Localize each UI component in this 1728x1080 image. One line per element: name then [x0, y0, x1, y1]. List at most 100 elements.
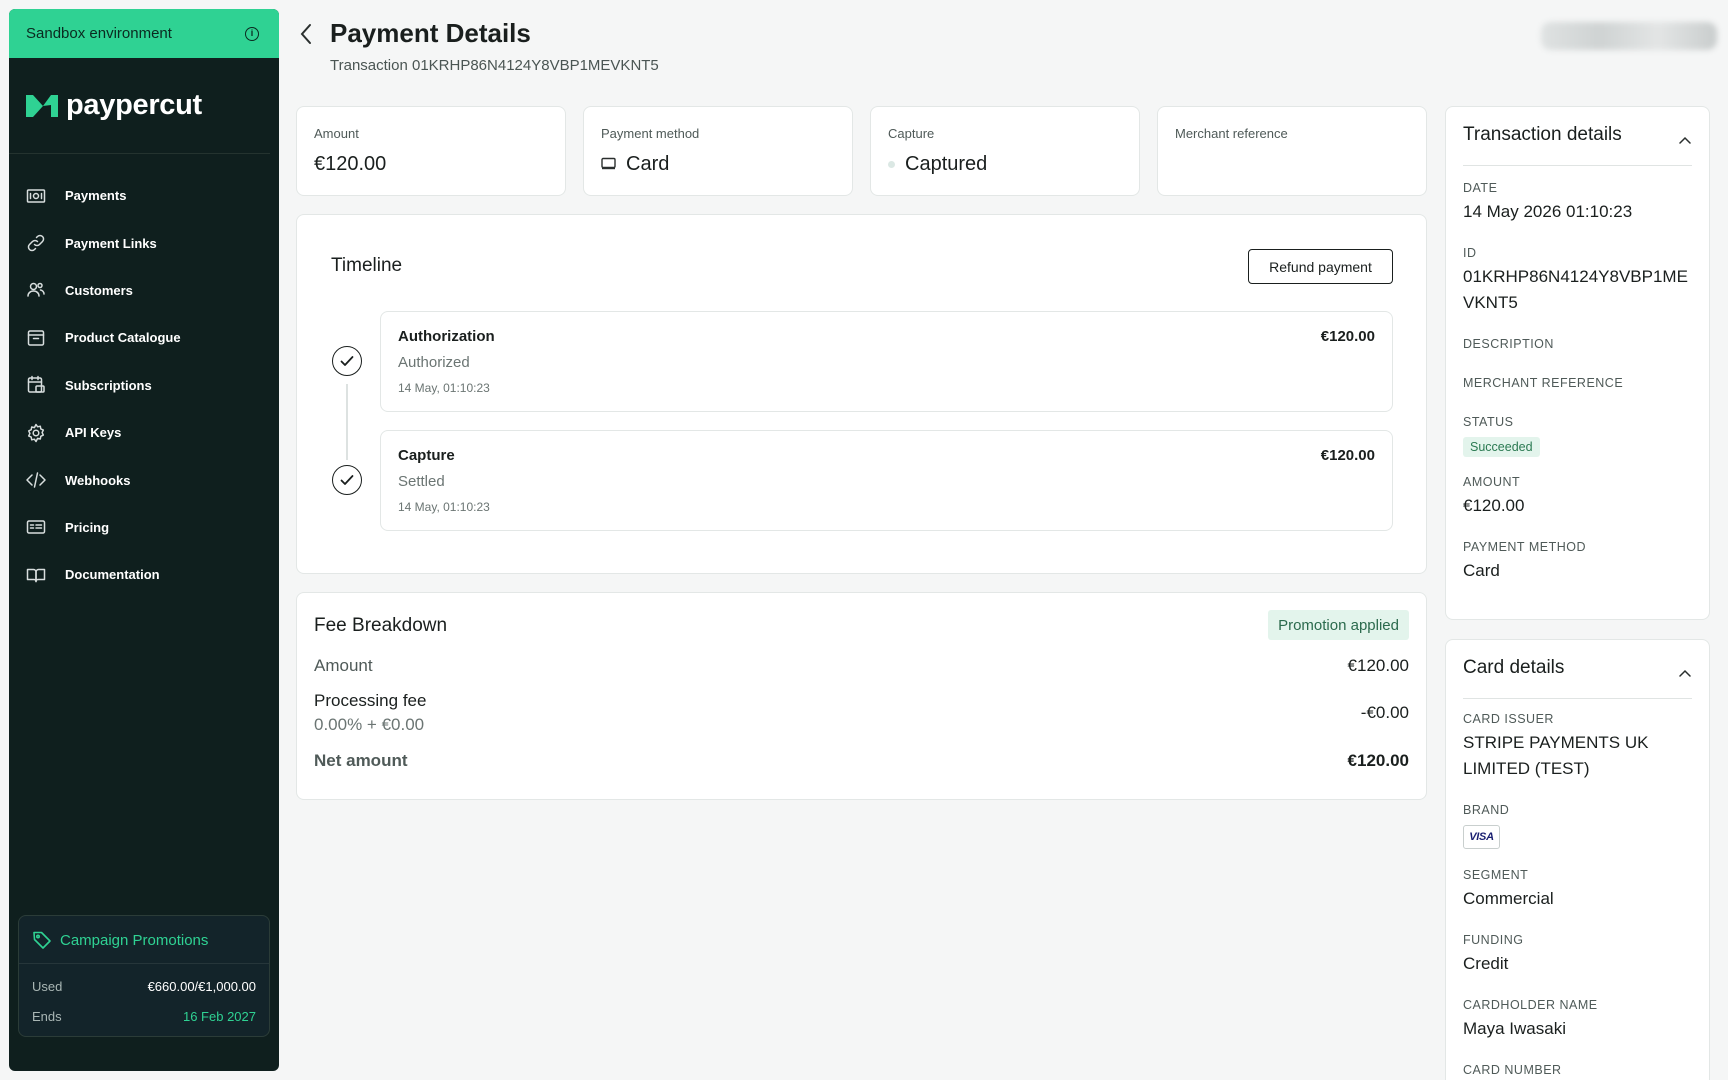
cardholder-name-value: Maya Iwasaki [1463, 1019, 1566, 1038]
merchant-reference-label: Merchant reference [1175, 126, 1288, 141]
event-amount: €120.00 [1320, 328, 1375, 345]
sidebar-nav: Payments Payment Links Customers Product… [9, 154, 279, 599]
merchant-reference-card: Merchant reference [1157, 106, 1427, 196]
status-field: STATUS Succeeded [1463, 415, 1692, 457]
archive-icon [26, 328, 46, 348]
description-field: DESCRIPTION [1463, 337, 1692, 351]
capture-card: Capture Captured [870, 106, 1140, 196]
processing-fee-value: -€0.00 [1360, 703, 1409, 722]
promo-ends-row: Ends 16 Feb 2027 [32, 1009, 256, 1024]
sandbox-banner: Sandbox environment i [9, 9, 279, 58]
refund-payment-button[interactable]: Refund payment [1248, 249, 1393, 284]
brand-label: BRAND [1463, 803, 1510, 817]
timeline-card: Timeline Refund payment Authorization Au… [296, 214, 1427, 574]
campaign-promotions-card[interactable]: Campaign Promotions Used €660.00/€1,000.… [18, 915, 270, 1037]
divider [19, 963, 269, 964]
sidebar-item-api-keys[interactable]: API Keys [9, 409, 279, 456]
card-details-title: Card details [1463, 657, 1565, 678]
event-status: Authorized [398, 354, 470, 371]
sidebar-item-payments[interactable]: Payments [9, 172, 279, 219]
segment-value: Commercial [1463, 889, 1554, 908]
sidebar-item-label: Webhooks [65, 472, 131, 488]
fee-breakdown-title: Fee Breakdown [314, 615, 448, 636]
chevron-left-icon [300, 24, 311, 44]
logo[interactable]: paypercut [9, 58, 270, 154]
description-label: DESCRIPTION [1463, 337, 1554, 351]
promo-used-row: Used €660.00/€1,000.00 [32, 979, 256, 994]
funding-value: Credit [1463, 954, 1509, 973]
event-name: Capture [398, 447, 455, 464]
card-issuer-field: CARD ISSUER STRIPE PAYMENTS UK LIMITED (… [1463, 712, 1692, 782]
check-circle-icon [332, 346, 362, 376]
credit-card-icon [601, 153, 616, 176]
event-status: Settled [398, 473, 445, 490]
check-circle-icon [332, 465, 362, 495]
sidebar-item-label: Customers [65, 282, 133, 298]
fee-amount-row: Amount €120.00 [314, 656, 1409, 676]
sidebar-item-product-catalogue[interactable]: Product Catalogue [9, 314, 279, 361]
tag-icon [33, 931, 51, 949]
processing-fee-rate: 0.00% + €0.00 [314, 715, 425, 734]
users-icon [26, 280, 46, 300]
page-title: Payment Details [330, 18, 531, 48]
status-badge: Succeeded [1463, 437, 1540, 457]
fee-amount-label: Amount [314, 656, 373, 675]
sidebar-item-subscriptions[interactable]: Subscriptions [9, 362, 279, 409]
date-field: DATE 14 May 2026 01:10:23 [1463, 181, 1692, 225]
amount-card: Amount €120.00 [296, 106, 566, 196]
promo-ends-label: Ends [32, 1009, 62, 1024]
sidebar-item-payment-links[interactable]: Payment Links [9, 219, 279, 266]
user-menu[interactable] [1541, 22, 1717, 50]
divider [1463, 165, 1692, 166]
payment-method-card: Payment method Card [583, 106, 853, 196]
sidebar-item-documentation[interactable]: Documentation [9, 551, 279, 598]
code-icon [26, 470, 46, 490]
payment-method-label: Payment method [601, 126, 700, 141]
transaction-details-panel: Transaction details DATE 14 May 2026 01:… [1445, 106, 1710, 620]
timeline-event-authorization: Authorization Authorized 14 May, 01:10:2… [380, 311, 1393, 412]
cardholder-name-label: CARDHOLDER NAME [1463, 998, 1598, 1012]
link-icon [26, 233, 46, 253]
sidebar-item-label: Documentation [65, 567, 160, 583]
funding-field: FUNDING Credit [1463, 933, 1692, 977]
timeline-title: Timeline [331, 255, 403, 276]
timeline-event-capture: Capture Settled 14 May, 01:10:23 €120.00 [380, 430, 1393, 531]
sidebar-item-webhooks[interactable]: Webhooks [9, 456, 279, 503]
paypercut-logo-icon [26, 94, 58, 117]
sidebar-item-customers[interactable]: Customers [9, 267, 279, 314]
payment-method-value: Card [601, 153, 669, 176]
amount-value: €120.00 [314, 153, 387, 175]
card-number-field: CARD NUMBER [1463, 1063, 1692, 1077]
amount-field: AMOUNT €120.00 [1463, 475, 1692, 519]
sidebar-item-label: API Keys [65, 425, 122, 441]
net-amount-label: Net amount [314, 751, 408, 770]
event-name: Authorization [398, 328, 495, 345]
chevron-up-icon[interactable] [1679, 131, 1691, 144]
banknote-icon [26, 186, 46, 206]
sidebar-item-pricing[interactable]: Pricing [9, 504, 279, 551]
card-issuer-value: STRIPE PAYMENTS UK LIMITED (TEST) [1463, 733, 1649, 778]
capture-value: Captured [888, 153, 987, 176]
event-time: 14 May, 01:10:23 [398, 500, 490, 514]
amount-value: €120.00 [1463, 496, 1525, 515]
back-button[interactable] [296, 22, 316, 46]
card-issuer-label: CARD ISSUER [1463, 712, 1554, 726]
sidebar-item-label: Pricing [65, 519, 110, 535]
sandbox-label: Sandbox environment [26, 25, 172, 42]
merchant-reference-field: MERCHANT REFERENCE [1463, 376, 1692, 390]
segment-field: SEGMENT Commercial [1463, 868, 1692, 912]
net-amount-value: €120.00 [1347, 751, 1409, 770]
card-details-panel: Card details CARD ISSUER STRIPE PAYMENTS… [1445, 639, 1710, 1080]
promo-used-value: €660.00/€1,000.00 [147, 979, 256, 994]
price-card-icon [26, 517, 46, 537]
info-icon[interactable]: i [245, 26, 259, 41]
fee-breakdown-card: Fee Breakdown Promotion applied Amount €… [296, 592, 1427, 800]
payment-method-field: PAYMENT METHOD Card [1463, 540, 1692, 584]
status-dot [888, 161, 895, 168]
payment-method-label: PAYMENT METHOD [1463, 540, 1586, 554]
transaction-details-title: Transaction details [1463, 124, 1622, 145]
sidebar-item-label: Payments [65, 188, 127, 204]
chevron-up-icon[interactable] [1679, 664, 1691, 677]
amount-label: Amount [314, 126, 359, 141]
processing-fee-row: Processing fee 0.00% + €0.00 -€0.00 [314, 691, 1409, 735]
